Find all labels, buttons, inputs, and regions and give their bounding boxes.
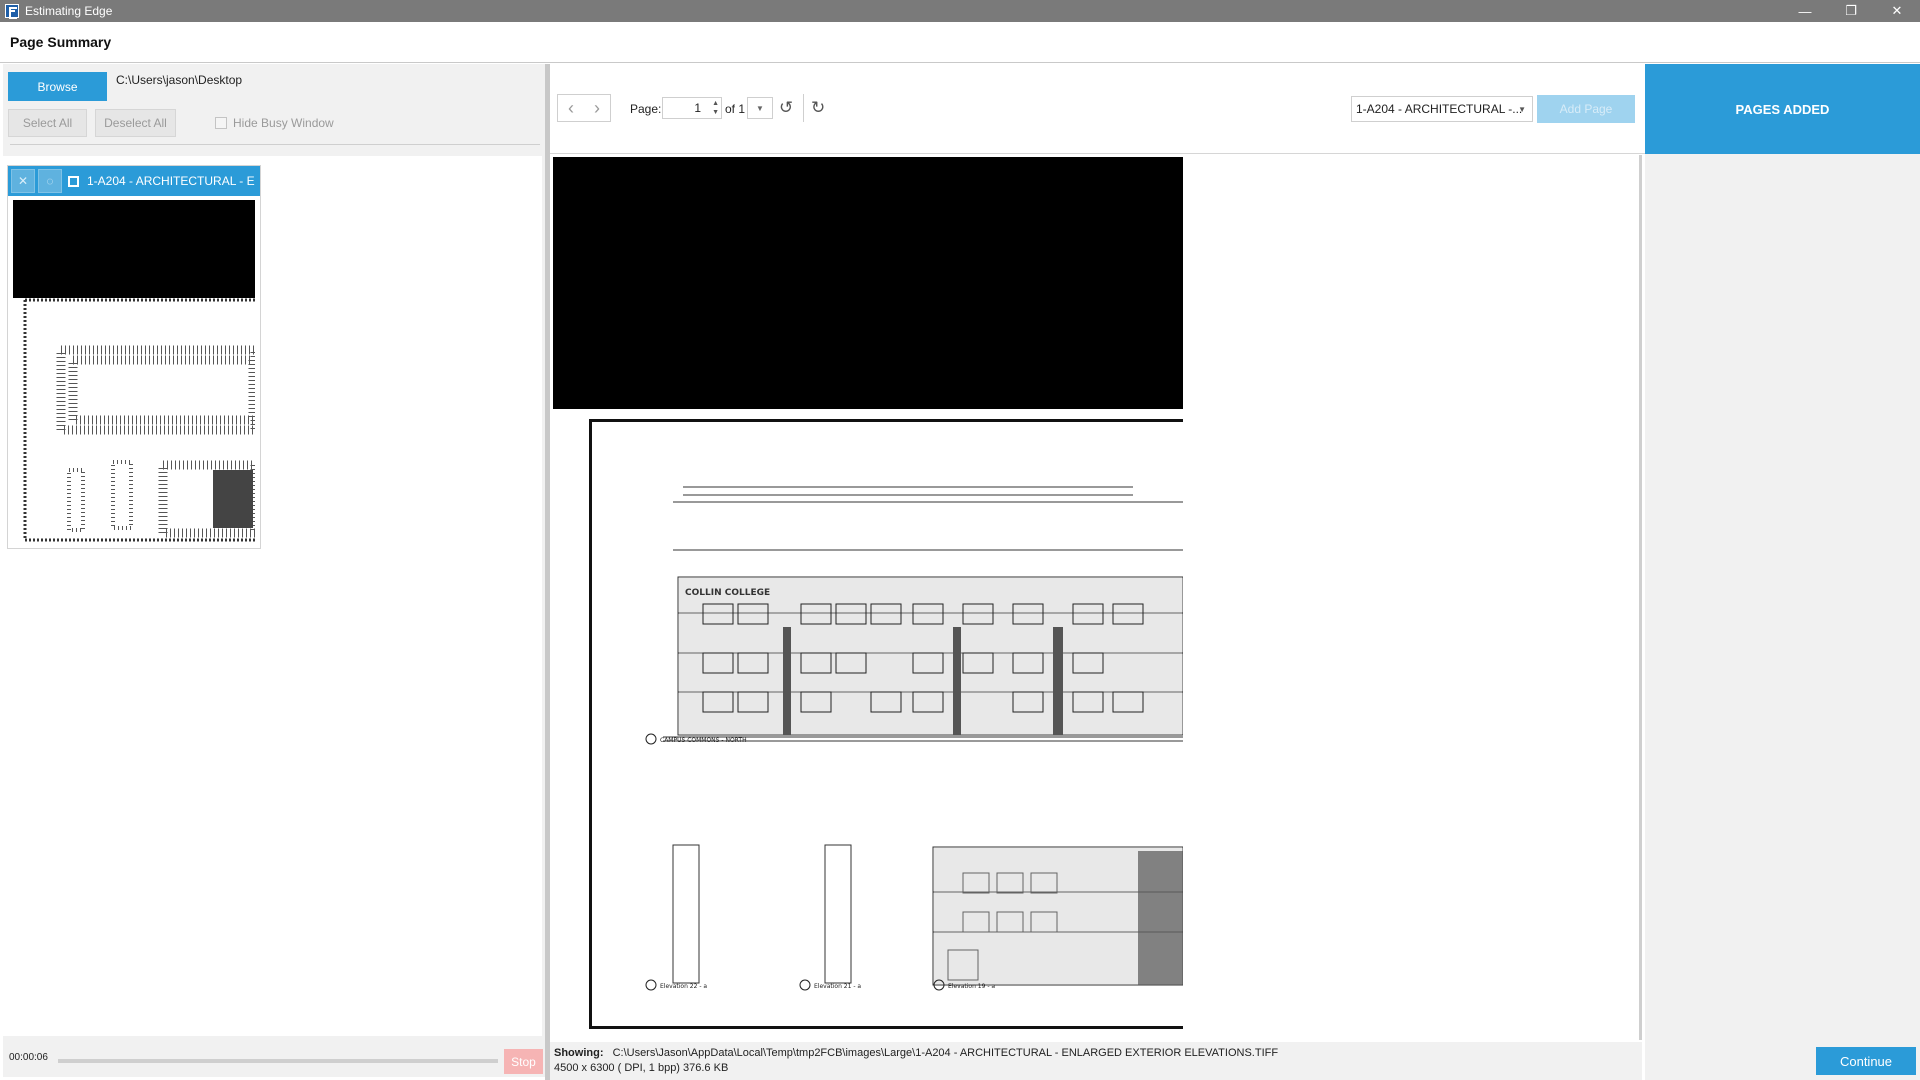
page-number-value: 1 — [694, 101, 701, 115]
showing-row: Showing: C:\Users\Jason\AppData\Local\Te… — [554, 1047, 1278, 1059]
page-header: Page Summary — [0, 22, 1920, 63]
restore-icon[interactable]: ❐ — [1828, 0, 1874, 22]
elevation-title-1: Elevation 22 - a — [660, 983, 707, 990]
elevation-title-main: CAMPUS COMMONS - NORTH — [660, 737, 747, 744]
close-icon[interactable]: ✕ — [1874, 0, 1920, 22]
pages-added-panel: PAGES ADDED Continue — [1645, 64, 1920, 1080]
elevation-title-2: Elevation 21 - a — [814, 983, 861, 990]
page-title: Page Summary — [10, 34, 112, 50]
hide-busy-window-label: Hide Busy Window — [233, 116, 334, 130]
showing-label: Showing: — [554, 1047, 604, 1059]
toolbar-separator — [803, 94, 804, 122]
add-page-button[interactable]: Add Page — [1537, 95, 1635, 123]
minimize-icon[interactable]: — — [1782, 0, 1828, 22]
page-dropdown[interactable]: ▼ — [747, 97, 773, 119]
app-logo-icon — [5, 4, 19, 19]
page-label: Page: — [630, 102, 662, 116]
select-all-button[interactable]: Select All — [8, 109, 87, 137]
thumbnail-image — [13, 200, 255, 544]
image-status-bar: Showing: C:\Users\Jason\AppData\Local\Te… — [550, 1042, 1642, 1080]
divider — [10, 144, 540, 145]
remove-page-icon[interactable]: ✕ — [11, 169, 35, 193]
page-thumbnail[interactable]: ✕ ◌ 1-A204 - ARCHITECTURAL - ENLARGED EX… — [7, 165, 261, 549]
pages-added-header: PAGES ADDED — [1645, 64, 1920, 154]
stop-button[interactable]: Stop — [504, 1049, 543, 1074]
chevron-right-icon[interactable]: › — [584, 95, 610, 121]
window-controls: — ❐ ✕ — [1782, 0, 1920, 22]
page-navigation: ‹ › — [557, 94, 611, 122]
viewer-toolbar: ‹ › Page: 1 ▲ ▼ of 1 ▼ ↺ ↻ 1-A204 - ARCHI… — [550, 64, 1645, 154]
architectural-drawing: COLLIN COLLEGE CAMPUS COMMONS - NORTH El… — [645, 486, 1183, 991]
thumbnail-label: 1-A204 - ARCHITECTURAL - ENLARGED EXTERI… — [87, 174, 255, 188]
document-page: COLLIN COLLEGE CAMPUS COMMONS - NORTH El… — [553, 157, 1183, 1035]
continue-button[interactable]: Continue — [1816, 1047, 1916, 1075]
rotate-left-icon[interactable]: ↺ — [779, 98, 793, 118]
progress-track — [58, 1059, 498, 1063]
progress-bar-area: 00:00:06 Stop — [3, 1042, 545, 1077]
document-select[interactable]: 1-A204 - ARCHITECTURAL -... ▼ — [1351, 96, 1533, 122]
showing-path: C:\Users\Jason\AppData\Local\Temp\tmp2FC… — [612, 1047, 1279, 1059]
title-bar: Estimating Edge — ❐ ✕ — [0, 0, 1920, 22]
image-info: 4500 x 6300 ( DPI, 1 bpp) 376.6 KB — [554, 1062, 729, 1074]
spinner-arrows-icon[interactable]: ▲ ▼ — [712, 99, 719, 117]
page-number-stepper[interactable]: 1 ▲ ▼ — [662, 97, 722, 119]
hide-busy-window-checkbox[interactable] — [215, 117, 227, 129]
elapsed-time: 00:00:06 — [9, 1052, 48, 1063]
browse-button[interactable]: Browse — [8, 72, 107, 101]
deselect-all-button[interactable]: Deselect All — [95, 109, 176, 137]
folder-path: C:\Users\jason\Desktop — [116, 73, 243, 87]
chevron-down-icon: ▼ — [1518, 105, 1526, 114]
chevron-left-icon[interactable]: ‹ — [558, 95, 584, 121]
thumbnail-drawing — [23, 298, 255, 542]
thumbnail-header[interactable]: ✕ ◌ 1-A204 - ARCHITECTURAL - ENLARGED EX… — [8, 166, 260, 196]
brand-sign: COLLIN COLLEGE — [685, 588, 770, 598]
preview-page-icon[interactable]: ◌ — [38, 169, 62, 193]
document-select-value: 1-A204 - ARCHITECTURAL -... — [1356, 102, 1523, 116]
page-count-label: of 1 — [725, 102, 746, 116]
chevron-down-icon: ▼ — [756, 103, 764, 113]
thumbnail-checkbox[interactable] — [68, 175, 79, 187]
hide-busy-window-option[interactable]: Hide Busy Window — [215, 116, 334, 130]
page-viewer[interactable]: COLLIN COLLEGE CAMPUS COMMONS - NORTH El… — [550, 155, 1642, 1040]
rotate-right-icon[interactable]: ↻ — [811, 98, 825, 118]
window-title: Estimating Edge — [25, 4, 113, 18]
elevation-title-3: Elevation 19 - a — [948, 983, 995, 990]
